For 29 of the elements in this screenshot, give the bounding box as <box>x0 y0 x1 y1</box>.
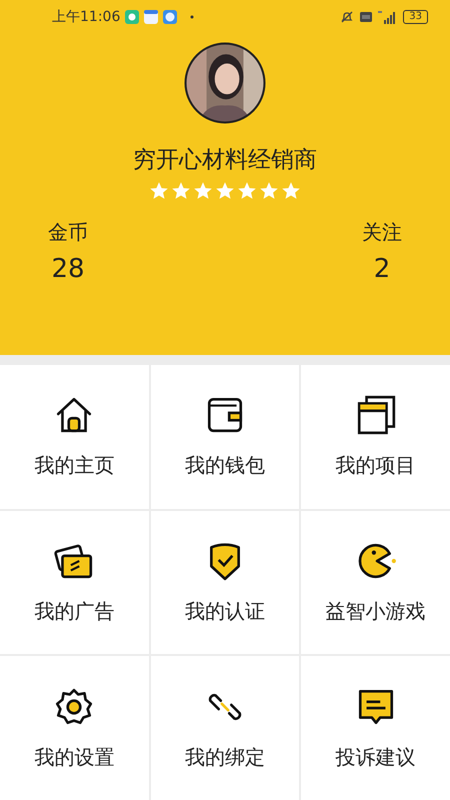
menu-tile[interactable]: 我的广告 <box>0 510 149 654</box>
calendar-icon <box>144 10 158 24</box>
stat-value: 28 <box>51 254 85 284</box>
menu-tile[interactable]: 我的钱包 <box>150 365 300 509</box>
stat-label: 金币 <box>48 219 88 246</box>
menu-tile[interactable]: 益智小游戏 <box>301 510 450 654</box>
star-icon <box>171 181 191 201</box>
battery-indicator: 33 <box>403 10 428 24</box>
star-icon <box>281 181 301 201</box>
mute-bell-icon <box>340 10 354 24</box>
menu-tile[interactable]: 我的项目 <box>301 365 450 509</box>
star-icon <box>193 181 213 201</box>
menu-tile[interactable]: 我的设置 <box>0 656 149 800</box>
app-notification-icon <box>163 10 178 24</box>
star-icon <box>237 181 257 201</box>
hd-icon <box>359 10 374 24</box>
star-icon <box>149 181 169 201</box>
star-icon <box>259 181 279 201</box>
menu-tile[interactable]: 我的主页 <box>0 365 149 509</box>
status-time: 上午11:06 <box>52 8 120 26</box>
stat-label: 关注 <box>362 219 402 246</box>
star-icon <box>215 181 235 201</box>
user-name: 穷开心材料经销商 <box>133 146 317 175</box>
app-notification-icon <box>125 10 140 24</box>
menu-tile[interactable]: 我的认证 <box>150 510 300 654</box>
menu-tile[interactable]: 我的绑定 <box>150 656 300 800</box>
stat-value: 2 <box>374 254 390 284</box>
menu-tile[interactable]: 投诉建议 <box>301 656 450 800</box>
more-notifications-icon <box>190 15 194 19</box>
